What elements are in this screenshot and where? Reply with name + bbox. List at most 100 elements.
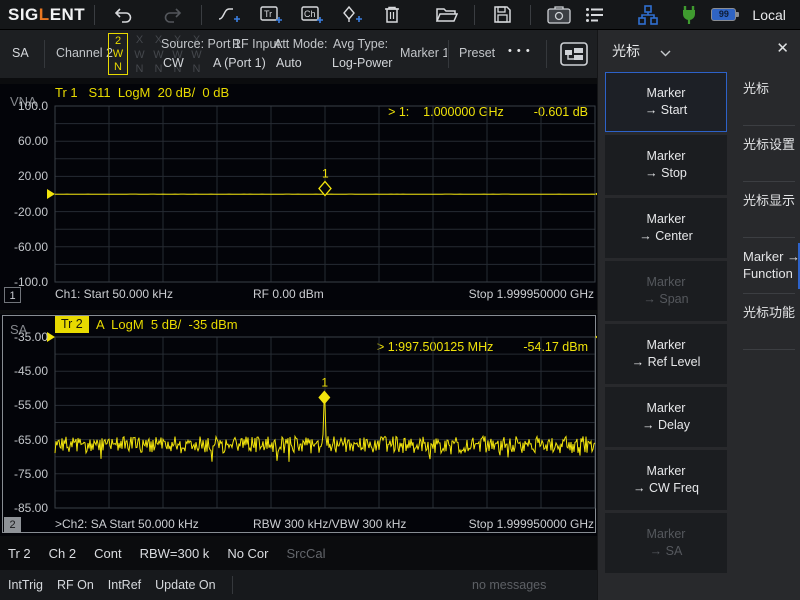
menu-icon[interactable] — [581, 2, 610, 28]
y-tick-label: -85.00 — [2, 501, 48, 515]
sa-trace-window[interactable]: SA Tr 2 A LogM 5 dB/ -35 dBm > 1:997.500… — [0, 314, 597, 536]
vna-footer: 1 Ch1: Start 50.000 kHz RF 0.00 dBm Stop… — [0, 287, 597, 305]
marker-to-span-button: Marker→ Span — [605, 261, 727, 321]
vna-rf-power: RF 0.00 dBm — [253, 287, 324, 301]
tab-sa[interactable]: SA — [12, 46, 29, 60]
channel-trace-state[interactable]: XWN — [131, 34, 148, 75]
y-tick-label: -45.00 — [2, 364, 48, 378]
status-correction: No Cor — [227, 546, 268, 561]
panel-title[interactable]: 光标 — [612, 41, 640, 61]
vna-window-id[interactable]: 1 — [4, 287, 21, 303]
vna-start-freq: Ch1: Start 50.000 kHz — [55, 287, 173, 301]
status-channel[interactable]: Ch 2 — [49, 546, 76, 561]
tab-marker-display[interactable]: 光标显示 — [732, 182, 800, 238]
channel-trace-state-active[interactable]: 2 W N — [108, 33, 128, 75]
tab-marker-func-cn[interactable]: 光标功能 — [732, 294, 800, 350]
toolbar-divider — [530, 5, 531, 25]
marker-to-sa-button: Marker→ SA — [605, 513, 727, 573]
sa-start-freq: >Ch2: SA Start 50.000 kHz — [55, 517, 199, 531]
svg-text:1: 1 — [321, 376, 328, 390]
svg-text:1: 1 — [322, 167, 329, 181]
svg-text:Tr: Tr — [264, 9, 272, 19]
close-icon[interactable]: ✕ — [776, 39, 789, 57]
toolbar-divider — [474, 5, 475, 25]
more-button[interactable]: • • • — [508, 45, 531, 57]
sa-footer: 2 >Ch2: SA Start 50.000 kHz RBW 300 kHz/… — [0, 517, 597, 535]
marker-to-center-button[interactable]: Marker→ Center — [605, 198, 727, 258]
trace-status-row: Tr 2 Ch 2 Cont RBW=300 k No Cor SrcCal — [0, 540, 597, 566]
rf-input-field-value[interactable]: A (Port 1) — [213, 56, 266, 70]
marker-to-ref-level-button[interactable]: Marker→ Ref Level — [605, 324, 727, 384]
top-toolbar: SIGLENT Tr Ch — [0, 0, 800, 30]
tab-marker-setup[interactable]: 光标设置 — [732, 126, 800, 182]
appbar-divider — [546, 40, 547, 68]
channel-label[interactable]: Channel 2 — [56, 46, 113, 60]
source-field-value[interactable]: CW — [163, 56, 184, 70]
y-tick-label: 20.00 — [2, 169, 48, 183]
marker-to-start-button[interactable]: Marker→ Start — [605, 72, 727, 132]
marker-add-icon[interactable] — [339, 2, 368, 28]
system-status-bar: IntTrig RF On IntRef Update On no messag… — [0, 570, 597, 600]
marker-to-stop-button[interactable]: Marker→ Stop — [605, 135, 727, 195]
trace-add-icon[interactable]: Tr — [257, 2, 286, 28]
sa-window-id[interactable]: 2 — [4, 517, 21, 533]
message-area: no messages — [472, 578, 546, 592]
sa-plot[interactable]: 1 — [0, 314, 597, 536]
marker-1-button[interactable]: Marker 1 — [400, 46, 447, 60]
appbar-divider — [44, 40, 45, 68]
marker-to-delay-button[interactable]: Marker→ Delay — [605, 387, 727, 447]
y-tick-label: -35.00 — [2, 330, 48, 344]
sa-rbw-vbw: RBW 300 kHz/VBW 300 kHz — [253, 517, 406, 531]
status-rf: RF On — [57, 578, 94, 592]
y-tick-label: -20.00 — [2, 205, 48, 219]
status-srccal: SrcCal — [287, 546, 326, 561]
status-rbw[interactable]: RBW=300 k — [140, 546, 210, 561]
channel-add-icon[interactable]: Ch — [298, 2, 327, 28]
y-tick-label: -75.00 — [2, 467, 48, 481]
tab-marker[interactable]: 光标 — [732, 70, 800, 126]
sa-stop-freq: Stop 1.999950000 GHz — [469, 517, 594, 531]
svg-text:Ch: Ch — [304, 9, 316, 19]
chevron-down-icon[interactable] — [660, 44, 671, 62]
siglent-instrument-screen: SIGLENT Tr Ch — [0, 0, 800, 600]
toolbar-divider — [201, 5, 202, 25]
screenshot-icon[interactable] — [544, 2, 573, 28]
mode-indicator[interactable]: Local — [752, 7, 785, 23]
panel-header: 光标 ✕ — [598, 30, 800, 70]
redo-icon[interactable] — [159, 2, 188, 28]
status-sweep-mode[interactable]: Cont — [94, 546, 121, 561]
y-tick-label: 100.0 — [2, 99, 48, 113]
avg-type-field-value[interactable]: Log-Power — [332, 56, 392, 70]
save-icon[interactable] — [488, 2, 517, 28]
vna-plot[interactable]: 1 — [0, 84, 597, 310]
power-icon[interactable] — [675, 2, 704, 28]
network-icon[interactable] — [634, 2, 663, 28]
statusbar-divider — [232, 576, 233, 594]
y-tick-label: 60.00 — [2, 134, 48, 148]
vna-trace-window[interactable]: VNA Tr 1 S11 LogM 20 dB/ 0 dB > 1: 1.000… — [0, 84, 597, 310]
limit-line-add-icon[interactable] — [215, 2, 244, 28]
delete-icon[interactable] — [378, 2, 407, 28]
channel-app-bar: SA Channel 2 2 W N XWN XWN XWN XWN Sourc… — [0, 30, 597, 78]
tab-marker-function[interactable]: Marker →Function — [732, 238, 800, 294]
y-tick-label: -65.00 — [2, 433, 48, 447]
status-update: Update On — [155, 578, 215, 592]
panel-button-column: Marker→ Start Marker→ Stop Marker→ Cente… — [605, 72, 727, 576]
y-tick-label: -55.00 — [2, 398, 48, 412]
y-tick-label: -100.0 — [2, 275, 48, 289]
undo-icon[interactable] — [108, 2, 137, 28]
layout-grid-icon[interactable] — [556, 36, 592, 72]
toolbar-divider — [94, 5, 95, 25]
status-trace[interactable]: Tr 2 — [8, 546, 31, 561]
source-field-label: Source: Port 1 — [161, 37, 241, 51]
avg-type-field-label: Avg Type: — [333, 37, 388, 51]
open-file-icon[interactable] — [433, 2, 462, 28]
att-mode-field-value[interactable]: Auto — [276, 56, 302, 70]
marker-function-panel: 光标 ✕ Marker→ Start Marker→ Stop Marker→ … — [597, 30, 800, 600]
y-tick-label: -60.00 — [2, 240, 48, 254]
battery-level: 99 — [719, 9, 729, 19]
battery-icon: 99 — [711, 8, 736, 21]
panel-tab-column: 光标 光标设置 光标显示 Marker →Function 光标功能 — [732, 70, 800, 350]
preset-button[interactable]: Preset — [459, 46, 495, 60]
marker-to-cw-freq-button[interactable]: Marker→ CW Freq — [605, 450, 727, 510]
